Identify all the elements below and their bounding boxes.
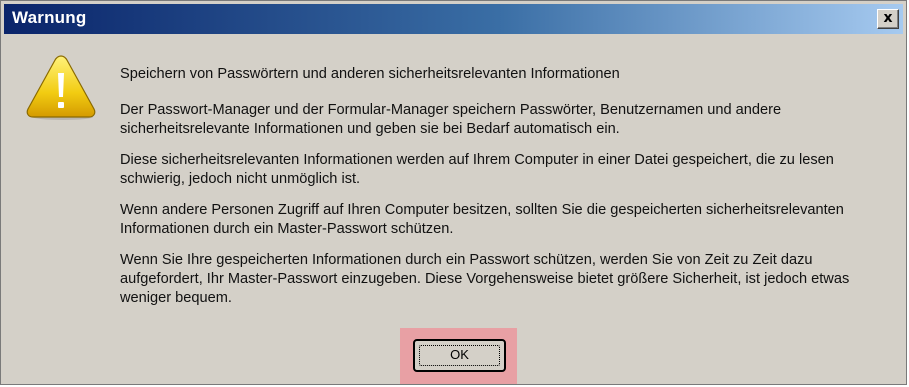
message-paragraph: Diese sicherheitsrelevanten Informatione… [120, 152, 834, 187]
message-paragraph: Der Passwort-Manager und der Formular-Ma… [120, 102, 782, 137]
close-icon: x [883, 10, 893, 26]
window-title: Warnung [12, 8, 87, 27]
message-heading: Speichern von Passwörtern und anderen si… [120, 66, 620, 82]
title-bar[interactable]: Warnung x [4, 4, 903, 34]
ok-button[interactable]: OK [413, 339, 506, 372]
warning-dialog: Warnung x Speichern von Passwörtern und … [0, 0, 907, 385]
message-paragraph: Wenn andere Personen Zugriff auf Ihren C… [120, 202, 844, 237]
warning-icon [26, 55, 96, 120]
message-body: Speichern von Passwörtern und anderen si… [120, 65, 890, 320]
close-button[interactable]: x [877, 9, 899, 29]
ok-button-label: OK [450, 347, 469, 362]
message-paragraph: Wenn Sie Ihre gespeicherten Informatione… [120, 252, 850, 306]
